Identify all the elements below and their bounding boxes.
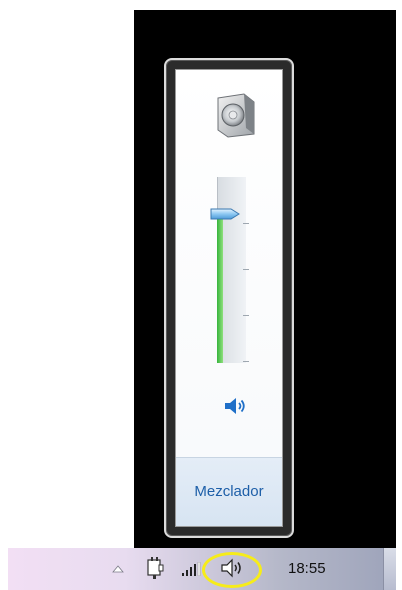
mute-toggle-icon[interactable] — [221, 395, 249, 417]
volume-slider[interactable] — [209, 177, 255, 373]
volume-tick — [243, 269, 249, 270]
show-hidden-icons-chevron-icon[interactable] — [112, 564, 124, 574]
volume-flyout-panel: Mezclador — [175, 69, 283, 527]
show-desktop-button[interactable] — [383, 548, 396, 590]
mixer-section: Mezclador — [176, 457, 282, 526]
network-signal-icon[interactable] — [182, 562, 202, 576]
volume-slider-thumb[interactable] — [210, 207, 240, 221]
power-plug-icon[interactable] — [146, 557, 164, 579]
volume-icon-highlight-ring — [202, 552, 262, 588]
volume-tick — [243, 223, 249, 224]
taskbar-clock[interactable]: 18:55 — [288, 560, 326, 577]
volume-flyout: Mezclador — [164, 58, 294, 538]
volume-tick — [243, 361, 249, 362]
desktop-left-area — [8, 10, 134, 548]
mixer-link[interactable]: Mezclador — [176, 483, 282, 500]
volume-slider-fill — [217, 214, 223, 363]
speaker-device-icon[interactable] — [214, 92, 258, 138]
volume-tick — [243, 315, 249, 316]
